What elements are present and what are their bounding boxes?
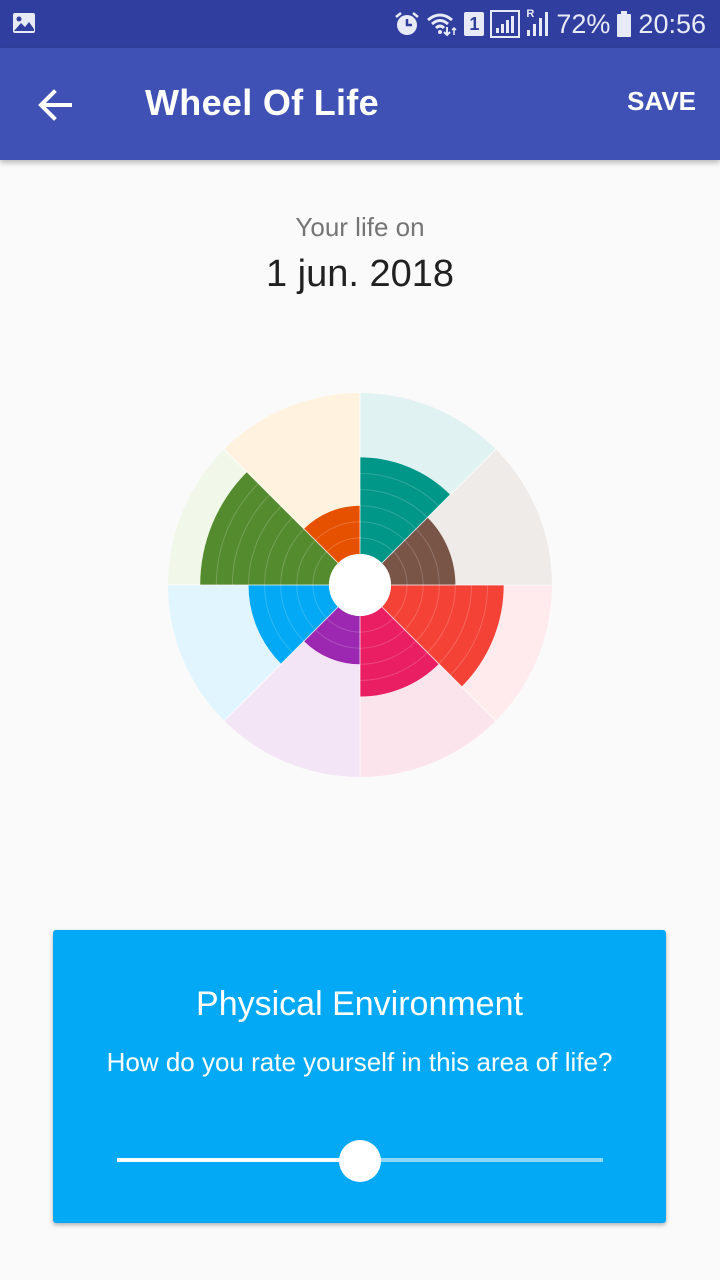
app-bar: Wheel Of Life SAVE — [0, 48, 720, 160]
subtitle: Your life on — [295, 212, 425, 242]
rating-slider[interactable] — [117, 1140, 603, 1182]
clock: 20:56 — [638, 8, 706, 39]
slider-thumb[interactable] — [339, 1140, 381, 1182]
date-label[interactable]: 1 jun. 2018 — [0, 253, 720, 296]
wheel-center — [329, 554, 391, 616]
image-icon — [13, 13, 35, 33]
area-title: Physical Environment — [196, 985, 523, 1023]
slider-track-fill — [117, 1158, 360, 1162]
wheel-of-life-chart[interactable] — [160, 385, 560, 785]
rating-question: How do you rate yourself in this area of… — [106, 1047, 613, 1077]
arrow-back-icon[interactable] — [30, 80, 80, 130]
battery-icon — [617, 11, 632, 37]
wifi-icon — [427, 13, 457, 37]
save-button[interactable]: SAVE — [627, 86, 696, 117]
roaming-signal-icon: R — [526, 8, 550, 38]
signal-icon — [490, 10, 521, 38]
rating-card: Physical Environment How do you rate you… — [53, 930, 666, 1223]
page-title: Wheel Of Life — [145, 82, 379, 123]
status-bar: 1 R 72% 20:56 — [0, 0, 720, 48]
sim-1-icon: 1 — [464, 12, 485, 36]
alarm-icon — [395, 12, 420, 35]
battery-percent: 72% — [556, 8, 611, 39]
